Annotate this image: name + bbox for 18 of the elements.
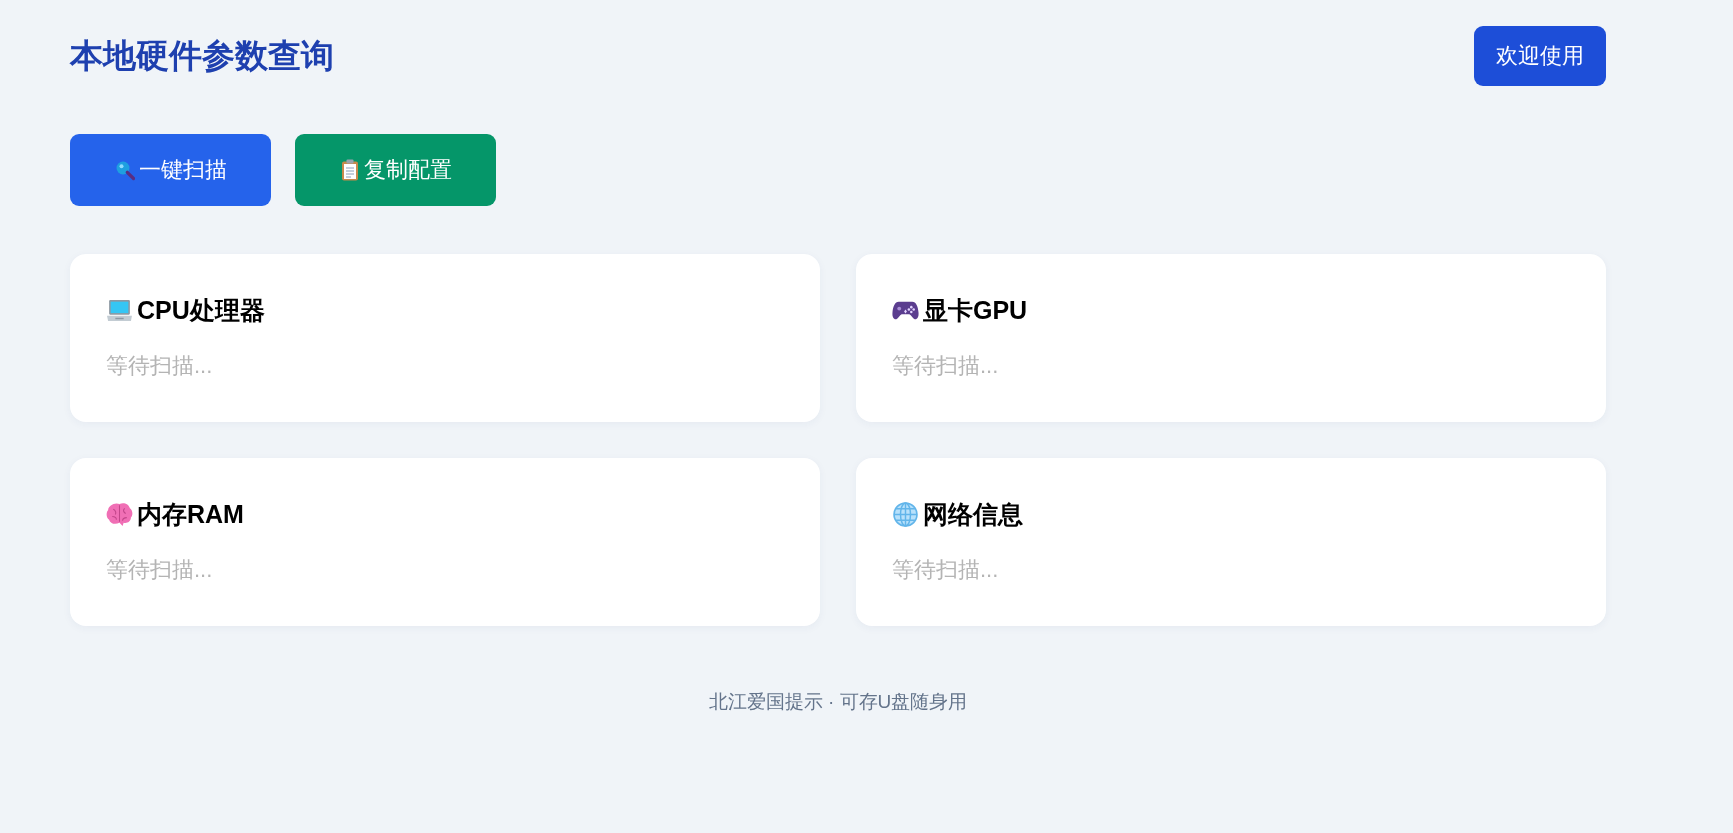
laptop-icon (106, 298, 133, 323)
page-title: 本地硬件参数查询 (70, 35, 334, 76)
status-text: 等待扫描... (892, 352, 1000, 380)
card-title: 显卡GPU (923, 295, 1028, 326)
scan-button[interactable]: 一键扫描 (70, 134, 271, 206)
status-text: 等待扫描... (892, 556, 1000, 584)
copy-button[interactable]: 复制配置 (295, 134, 496, 206)
status-text: 等待扫描... (106, 352, 214, 380)
welcome-button[interactable]: 欢迎使用 (1474, 26, 1606, 86)
status-text: 等待扫描... (106, 556, 214, 584)
globe-icon (892, 502, 919, 527)
card-title: CPU处理器 (137, 295, 265, 326)
search-icon (114, 159, 135, 181)
brain-icon (106, 502, 133, 527)
card-title: 内存RAM (137, 499, 244, 530)
footer-text: 北江爱国提示 · 可存U盘随身用 (707, 690, 969, 714)
card-title: 网络信息 (923, 499, 1023, 530)
clipboard-icon (339, 159, 360, 181)
